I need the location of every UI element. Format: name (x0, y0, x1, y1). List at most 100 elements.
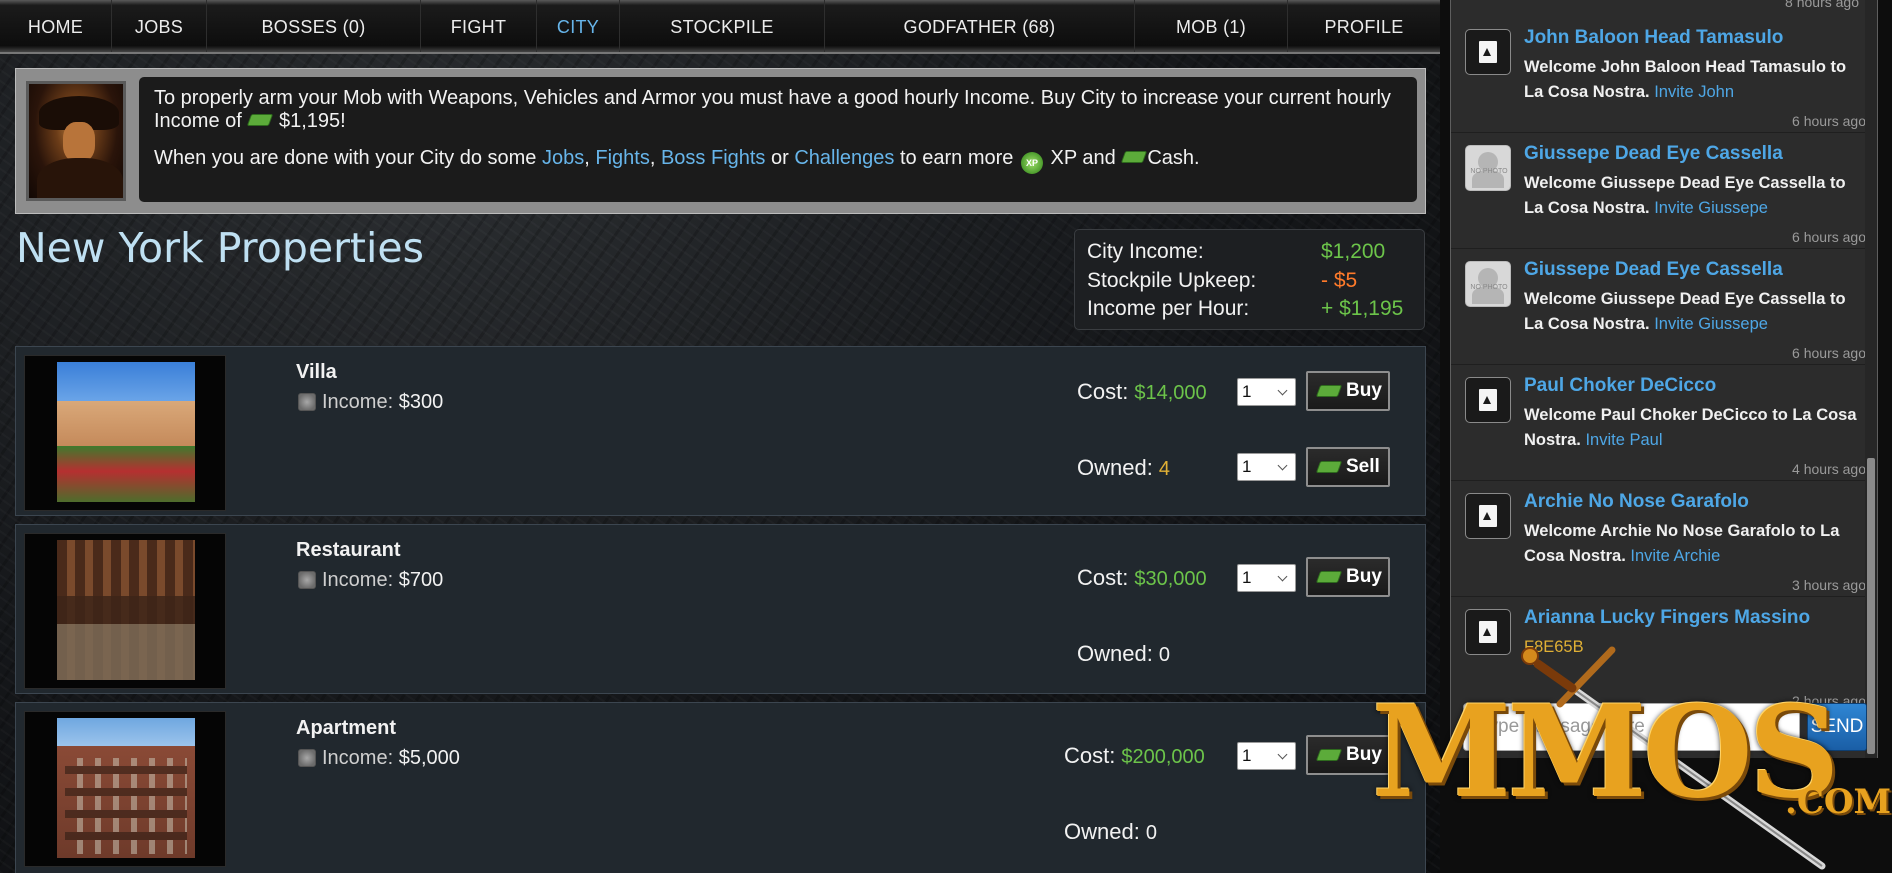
chat-message-input[interactable]: Type message here (1463, 703, 1800, 751)
nav-godfather[interactable]: GODFATHER (68) (825, 0, 1135, 52)
property-row-apartment: Apartment Income: $5,000 Cost: $200,000 1… (15, 702, 1426, 873)
tip-current-income: $1,195! (278, 110, 346, 132)
villa-photo (57, 362, 195, 502)
income-tip-box: To properly arm your Mob with Weapons, V… (15, 68, 1426, 214)
no-photo-label: NO PHOTO (1470, 284, 1508, 291)
no-photo-label: NO PHOTO (1470, 168, 1508, 175)
property-row-villa: Villa Income: $300 Cost: $14,000 1 Buy Ow… (15, 346, 1426, 516)
income-per-hour-value: + $1,195 (1321, 297, 1404, 320)
earn-text: to earn more (900, 147, 1014, 169)
invite-link[interactable]: Invite Giussepe (1654, 199, 1768, 217)
buy-quantity-select[interactable]: 1 (1237, 742, 1296, 770)
cost: Cost: $200,000 (1064, 743, 1205, 769)
feed-item: Paul Choker DeCicco Welcome Paul Choker … (1451, 365, 1866, 481)
feed-player-name[interactable]: Giussepe Dead Eye Cassella (1524, 143, 1783, 165)
owned-label: Owned: (1077, 641, 1153, 666)
feed-message-text: Welcome Paul Choker DeCicco to La Cosa N… (1524, 406, 1857, 449)
page-title: New York Properties (16, 224, 424, 272)
feed-scrollbar[interactable] (1865, 0, 1877, 758)
invite-link[interactable]: Invite Paul (1585, 431, 1662, 449)
no-photo-icon[interactable]: NO PHOTO (1465, 261, 1511, 307)
tip-line2-text: When you are done with your City do some (154, 147, 537, 169)
buy-button[interactable]: Buy (1306, 371, 1390, 411)
scrollbar-thumb[interactable] (1867, 458, 1875, 754)
nav-mob[interactable]: MOB (1) (1135, 0, 1288, 52)
feed-timestamp: 4 hours ago (1792, 461, 1866, 477)
cash-icon (1315, 749, 1343, 761)
feed-message: Welcome Archie No Nose Garafolo to La Co… (1524, 519, 1859, 569)
feed-item: John Baloon Head Tamasulo Welcome John B… (1451, 17, 1866, 133)
feed-player-name[interactable]: Archie No Nose Garafolo (1524, 491, 1749, 513)
buy-quantity-select[interactable]: 1 (1237, 378, 1296, 406)
city-income-label: City Income: (1087, 240, 1204, 263)
nav-fight[interactable]: FIGHT (421, 0, 537, 52)
godfather-avatar (26, 81, 126, 201)
feed-timestamp: 8 hours ago (1785, 0, 1859, 10)
photo-icon[interactable] (1465, 609, 1511, 655)
no-photo-icon[interactable]: NO PHOTO (1465, 145, 1511, 191)
separator: , (584, 147, 590, 169)
income-value: $300 (398, 391, 444, 413)
nav-profile[interactable]: PROFILE (1288, 0, 1440, 52)
owned: Owned: 0 (1077, 641, 1170, 667)
feed-item: NO PHOTO Giussepe Dead Eye Cassella Welc… (1451, 249, 1866, 365)
feed-item: Archie No Nose Garafolo Welcome Archie N… (1451, 481, 1866, 597)
fights-link[interactable]: Fights (595, 147, 649, 169)
separator: , (649, 147, 656, 169)
owned-value: 0 (1158, 644, 1170, 666)
sell-quantity-select[interactable]: 1 (1237, 453, 1296, 481)
nav-bosses[interactable]: BOSSES (0) (207, 0, 421, 52)
invite-link[interactable]: Invite Giussepe (1654, 315, 1768, 333)
photo-icon[interactable] (1465, 377, 1511, 423)
photo-icon[interactable] (1465, 29, 1511, 75)
challenges-link[interactable]: Challenges (794, 147, 894, 169)
property-image-frame (24, 355, 226, 511)
chat-sidebar: 8 hours ago John Baloon Head Tamasulo We… (1440, 0, 1892, 873)
property-name: Restaurant (296, 539, 401, 561)
buy-button[interactable]: Buy (1306, 557, 1390, 597)
owned-value: 4 (1158, 458, 1170, 480)
cash-icon (1315, 385, 1343, 397)
nav-home[interactable]: HOME (0, 0, 112, 52)
nav-stockpile[interactable]: STOCKPILE (620, 0, 825, 52)
cost-label: Cost: (1064, 743, 1116, 768)
feed-player-name[interactable]: John Baloon Head Tamasulo (1524, 27, 1783, 49)
nav-jobs[interactable]: JOBS (112, 0, 207, 52)
property-name: Apartment (296, 717, 397, 739)
property-name: Villa (296, 361, 337, 383)
buy-button[interactable]: Buy (1306, 735, 1390, 775)
feed-player-name[interactable]: Giussepe Dead Eye Cassella (1524, 259, 1783, 281)
owned-value: 0 (1145, 822, 1157, 844)
feed-player-name[interactable]: Arianna Lucky Fingers Massino (1524, 607, 1810, 629)
stockpile-upkeep-value: - $5 (1321, 268, 1358, 292)
nav-city[interactable]: CITY (537, 0, 620, 52)
stockpile-upkeep-label: Stockpile Upkeep: (1087, 268, 1257, 292)
cash-icon (1315, 571, 1343, 583)
cash-icon (1315, 461, 1343, 473)
feed-timestamp: 6 hours ago (1792, 113, 1866, 129)
property-income: Income: $700 (298, 569, 443, 592)
feed-message: Welcome Giussepe Dead Eye Cassella to La… (1524, 171, 1859, 221)
stockpile-upkeep-row: Stockpile Upkeep: - $5 (1087, 267, 1412, 296)
invite-link[interactable]: Invite John (1654, 83, 1734, 101)
feed-timestamp: 6 hours ago (1792, 229, 1866, 245)
buy-quantity-select[interactable]: 1 (1237, 564, 1296, 592)
photo-icon[interactable] (1465, 493, 1511, 539)
feed-player-name[interactable]: Paul Choker DeCicco (1524, 375, 1716, 397)
feed-timestamp: 6 hours ago (1792, 345, 1866, 361)
game-main-area: HOME JOBS BOSSES (0) FIGHT CITY STOCKPIL… (0, 0, 1440, 873)
jobs-link[interactable]: Jobs (542, 147, 584, 169)
feed-message: Welcome Paul Choker DeCicco to La Cosa N… (1524, 403, 1859, 453)
property-image-frame (24, 711, 226, 867)
cost: Cost: $30,000 (1077, 565, 1207, 591)
feed-item: Arianna Lucky Fingers Massino F8E65B 2 h… (1451, 597, 1866, 713)
boss-fights-link[interactable]: Boss Fights (661, 147, 765, 169)
invite-link[interactable]: Invite Archie (1630, 547, 1720, 565)
sell-button[interactable]: Sell (1306, 447, 1390, 487)
buy-label: Buy (1346, 380, 1382, 401)
cash-text: Cash. (1147, 147, 1200, 169)
cost: Cost: $14,000 (1077, 379, 1207, 405)
activity-feed: 8 hours ago John Baloon Head Tamasulo We… (1450, 0, 1878, 758)
send-button[interactable]: SEND (1807, 703, 1867, 751)
income-label: Income: (322, 569, 394, 591)
